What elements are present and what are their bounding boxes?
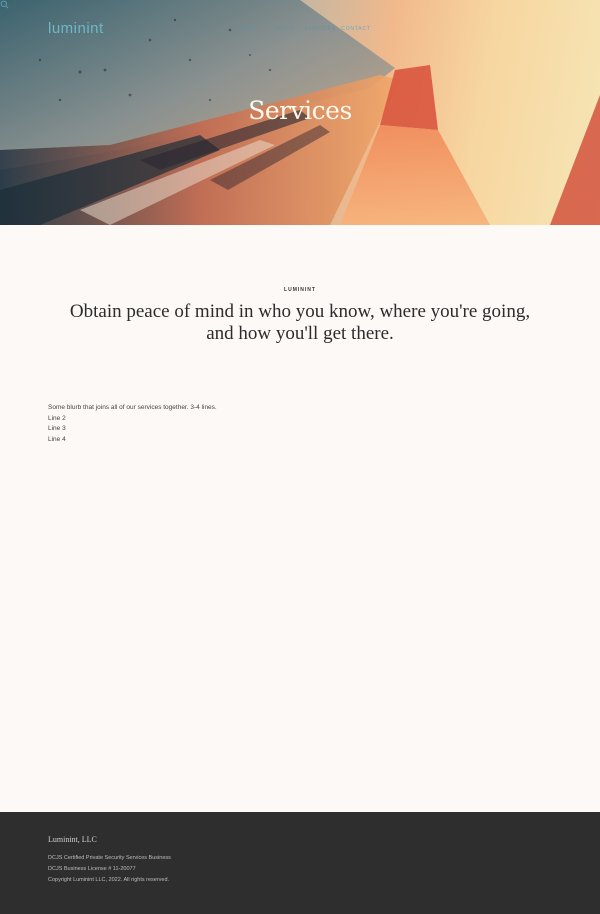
- blurb-line: Line 3: [48, 425, 66, 433]
- section-eyebrow: LUMININT: [284, 287, 316, 293]
- headline-line-2: and how you'll get there.: [206, 323, 394, 344]
- main-nav: HOME ABOUT SERVICES CONTACT: [230, 26, 374, 32]
- page-title: Services: [248, 96, 352, 125]
- footer-line: DCJS Business License # 11-20077: [48, 866, 136, 872]
- search-icon[interactable]: [0, 0, 9, 9]
- footer-info: DCJS Certified Private Security Services…: [48, 853, 171, 886]
- site-logo[interactable]: luminint: [48, 20, 104, 37]
- nav-item-about[interactable]: ABOUT: [266, 26, 302, 32]
- footer-line: DCJS Certified Private Security Services…: [48, 855, 171, 861]
- section-headline: Obtain peace of mind in who you know, wh…: [60, 301, 540, 345]
- blurb-line: Line 4: [48, 435, 66, 443]
- footer-brand: Luminint, LLC: [48, 835, 97, 844]
- headline-line-1: Obtain peace of mind in who you know, wh…: [69, 301, 531, 322]
- nav-item-home[interactable]: HOME: [230, 26, 266, 32]
- hero-banner: luminint HOME ABOUT SERVICES CONTACT Ser…: [0, 0, 600, 225]
- blurb-line: Line 2: [48, 414, 66, 422]
- blurb-line: Some blurb that joins all of our service…: [48, 404, 217, 411]
- nav-item-contact[interactable]: CONTACT: [338, 26, 374, 32]
- site-footer: Luminint, LLC DCJS Certified Private Sec…: [0, 812, 600, 914]
- nav-item-services[interactable]: SERVICES: [302, 26, 338, 32]
- services-blurb: Some blurb that joins all of our service…: [48, 403, 217, 445]
- footer-line: Copyright Luminint LLC, 2022. All rights…: [48, 877, 170, 883]
